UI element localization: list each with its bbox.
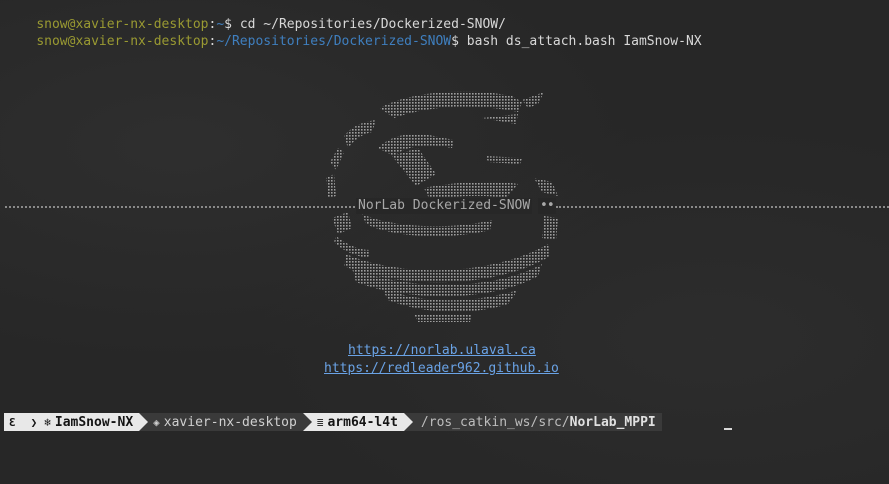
redleader-link[interactable]: https://redleader962.github.io: [324, 360, 559, 377]
host-name: xavier-nx-desktop: [163, 414, 297, 430]
arch-icon: ≣: [316, 415, 324, 429]
arch-name: arm64-l4t: [327, 414, 398, 430]
command-text: bash ds_attach.bash IamSnow-NX: [466, 34, 702, 49]
banner-title: NorLab Dockerized-SNOW: [356, 198, 533, 214]
banner-rule-left: [5, 206, 355, 210]
text-cursor: [724, 428, 732, 430]
banner-rule-right: [556, 206, 889, 210]
chevron-segment: ❯: [30, 413, 40, 431]
separator-3: [302, 413, 312, 431]
command-line-2: snow@xavier-nx-desktop:~/Repositories/Do…: [5, 18, 701, 49]
prompt-statusbar: Ɛ ❯ ❄ IamSnow-NX ◈ xavier-nx-desktop ≣ a…: [4, 413, 662, 431]
arch-segment: ≣ arm64-l4t: [311, 413, 404, 431]
chevron-right-icon: ❯: [30, 415, 38, 429]
path-prefix: /ros_catkin_ws/src/: [420, 414, 570, 430]
command-line-1: snow@xavier-nx-desktop:~$ cd ~/Repositor…: [5, 1, 506, 32]
separator-1: [21, 413, 31, 431]
snow-logo-icon: Ɛ: [9, 415, 16, 429]
prompt-symbol: $: [451, 34, 467, 49]
norlab-link[interactable]: https://norlab.ulaval.ca: [348, 342, 536, 359]
host-icon: ◈: [153, 415, 160, 429]
path-segment: /ros_catkin_ws/src/NorLab_MPPI: [412, 413, 662, 431]
container-name: IamSnow-NX: [54, 414, 134, 430]
host-segment: ◈ xavier-nx-desktop: [148, 413, 303, 431]
banner-title-dots: ••: [538, 198, 556, 214]
snow-logo-segment: Ɛ: [4, 413, 22, 431]
separator-4: [403, 413, 413, 431]
current-path: ~/Repositories/Dockerized-SNOW: [216, 34, 452, 49]
separator-2: [139, 413, 149, 431]
container-segment: ❄ IamSnow-NX: [39, 413, 140, 431]
path-current: NorLab_MPPI: [569, 414, 656, 430]
user-host: snow@xavier-nx-desktop: [36, 34, 209, 49]
terminal-window[interactable]: snow@xavier-nx-desktop:~$ cd ~/Repositor…: [0, 0, 889, 484]
container-icon: ❄: [44, 415, 51, 429]
